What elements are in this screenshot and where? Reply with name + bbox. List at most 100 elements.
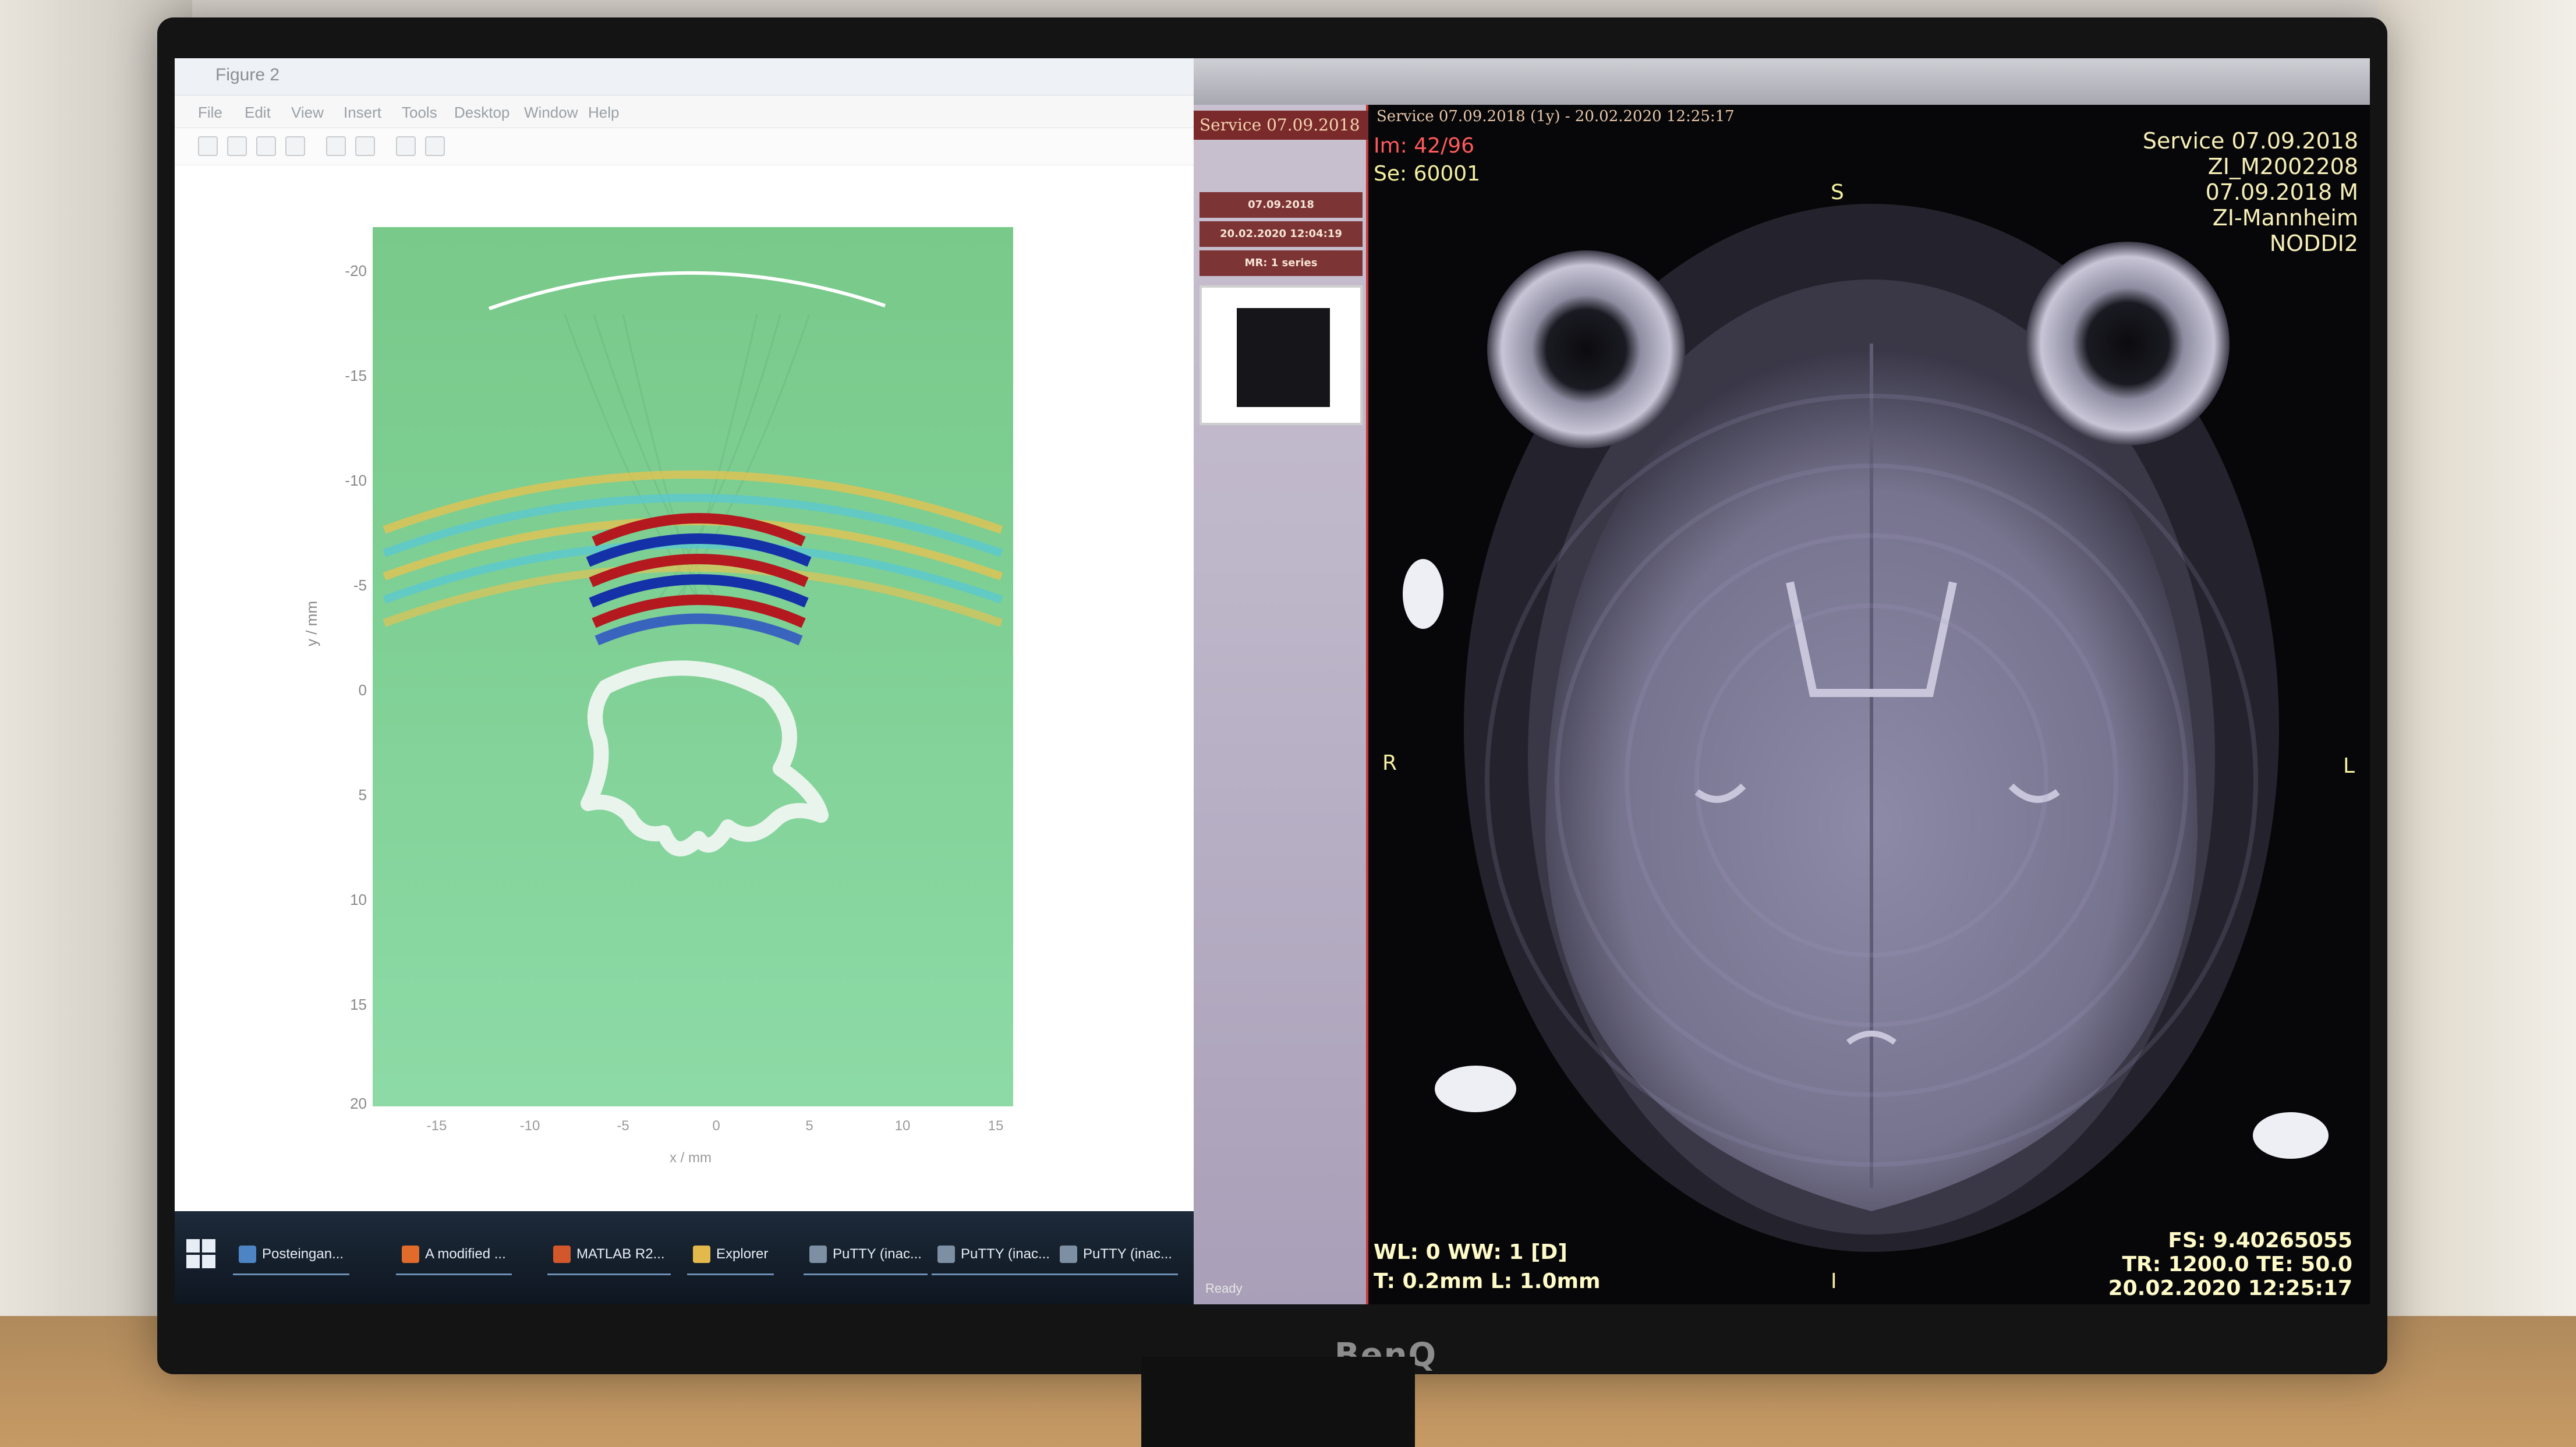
taskbar-item-explorer[interactable]: Explorer [687,1234,774,1275]
matlab-figure-window: Figure 2 File Edit View Insert Tools Des… [175,58,1194,1304]
menu-desktop[interactable]: Desktop [454,104,509,122]
pan-icon[interactable] [355,136,375,156]
mri-axial-image [1403,204,2329,1252]
figure-title: Figure 2 [215,65,280,84]
thumbnail-image-count: 96 [1337,402,1352,415]
print-icon[interactable] [285,136,305,156]
taskbar-item-label: MATLAB R2... [576,1246,665,1262]
taskbar-item-label: A modified ... [425,1246,506,1262]
putty-icon [937,1245,955,1263]
menu-tools[interactable]: Tools [402,104,437,122]
thumbnail-image [1237,308,1330,407]
slice-thickness: T: 0.2mm L: 1.0mm [1374,1269,1601,1293]
taskbar-item-outlook[interactable]: Posteingan... [233,1234,350,1275]
x-tick-label: 5 [805,1118,813,1134]
taskbar-item-label: Posteingan... [262,1246,344,1262]
orientation-top: S [1831,181,1844,204]
tr-te: TR: 1200.0 TE: 50.0 [2122,1253,2352,1276]
figure-titlebar[interactable]: Figure 2 [175,58,1194,95]
wave-field-plot[interactable] [373,227,1013,1106]
background-wall-right [2378,0,2576,1447]
series-count[interactable]: MR: 1 series [1199,250,1363,276]
overlay-protocol: NODDI2 [2269,231,2358,256]
acquisition-timestamp: 20.02.2020 12:25:17 [2108,1276,2352,1300]
open-icon[interactable] [227,136,247,156]
overlay-study: Service 07.09.2018 [2142,128,2358,154]
monitor-stand [1141,1357,1415,1447]
putty-icon [809,1245,827,1263]
screen: Figure 2 File Edit View Insert Tools Des… [175,58,2370,1304]
y-tick-label: 10 [350,891,367,908]
folder-icon [693,1245,710,1263]
taskbar-item-firefox[interactable]: A modified ... [396,1234,512,1275]
series-panel-header: Service 07.09.2018 [1194,111,1368,140]
matlab-icon [553,1245,571,1263]
taskbar-item-label: PuTTY (inac... [833,1246,922,1262]
x-tick-label: 0 [712,1118,720,1134]
menu-edit[interactable]: Edit [245,104,271,122]
series-panel: Service 07.09.2018 07.09.2018 20.02.2020… [1194,105,1368,1304]
y-tick-label: -5 [353,576,367,594]
y-tick-label: 5 [358,786,367,804]
y-tick-label: 15 [350,996,367,1013]
menu-help[interactable]: Help [588,104,619,122]
mri-image-view[interactable]: Service 07.09.2018 (1y) - 20.02.2020 12:… [1371,105,2370,1304]
y-tick-label: -15 [345,367,367,384]
firefox-icon [402,1245,419,1263]
wave-field-image [383,271,1003,857]
y-tick-label: 0 [358,681,367,699]
patient-info-overlay: Service 07.09.2018 ZI_M2002208 07.09.201… [2143,128,2358,256]
outlook-icon [239,1245,256,1263]
x-tick-label: -15 [426,1118,447,1134]
image-series-title: Service 07.09.2018 (1y) - 20.02.2020 12:… [1377,108,1735,125]
zoom-icon[interactable] [326,136,346,156]
series-number: Se: 60001 [1374,162,1481,186]
taskbar-item-putty[interactable]: PuTTY (inac... [804,1234,928,1275]
overlay-patient-id: ZI_M2002208 [2207,154,2358,179]
menu-file[interactable]: File [198,104,222,122]
transducer-arc [489,271,886,310]
menu-view[interactable]: View [291,104,324,122]
taskbar-item-putty[interactable]: PuTTY (inac... [932,1234,1056,1275]
y-axis-label: y / mm [303,601,320,646]
x-axis-label: x / mm [670,1150,712,1166]
taskbar-item-label: PuTTY (inac... [1083,1246,1172,1262]
save-icon[interactable] [256,136,276,156]
x-tick-label: -10 [519,1118,540,1134]
image-number: Im: 42/96 [1374,134,1475,158]
x-tick-label: 15 [988,1118,1004,1134]
y-tick-label: 20 [350,1095,367,1112]
field-strength: FS: 9.40265055 [2168,1229,2352,1253]
new-figure-icon[interactable] [198,136,218,156]
y-tick-label: -10 [345,472,367,489]
series-date[interactable]: 07.09.2018 [1199,192,1363,218]
viewer-toolbar [1194,58,2370,105]
taskbar-item-putty[interactable]: PuTTY (inac... [1054,1234,1178,1275]
figure-toolbar [175,128,1194,165]
orientation-right: L [2343,754,2355,778]
series-thumbnail[interactable]: 96 [1199,285,1363,425]
data-cursor-icon[interactable] [396,136,416,156]
series-time[interactable]: 20.02.2020 12:04:19 [1199,221,1363,247]
window-level: WL: 0 WW: 1 [D] [1374,1240,1567,1264]
putty-icon [1060,1245,1077,1263]
colorbar-icon[interactable] [425,136,445,156]
x-tick-label: 10 [894,1118,911,1134]
windows-taskbar: Posteingan... A modified ... MATLAB R2..… [175,1211,1194,1304]
overlay-institution: ZI-Mannheim [2212,205,2358,231]
x-tick-label: -5 [617,1118,629,1134]
overlay-study-date: 07.09.2018 M [2205,179,2358,205]
figure-menubar: File Edit View Insert Tools Desktop Wind… [175,95,1194,128]
taskbar-item-label: PuTTY (inac... [961,1246,1050,1262]
menu-insert[interactable]: Insert [344,104,381,122]
dicom-viewer-window: Service 07.09.2018 07.09.2018 20.02.2020… [1194,58,2370,1304]
acquisition-info-overlay: FS: 9.40265055 TR: 1200.0 TE: 50.0 20.02… [2108,1229,2352,1300]
y-tick-label: -20 [345,262,367,280]
windows-start-icon[interactable] [186,1239,215,1268]
status-text: Ready [1205,1281,1243,1296]
menu-window[interactable]: Window [524,104,578,122]
orientation-bottom: I [1831,1269,1837,1293]
taskbar-item-matlab[interactable]: MATLAB R2... [547,1234,671,1275]
taskbar-item-label: Explorer [716,1246,769,1262]
orientation-left: R [1382,751,1397,775]
